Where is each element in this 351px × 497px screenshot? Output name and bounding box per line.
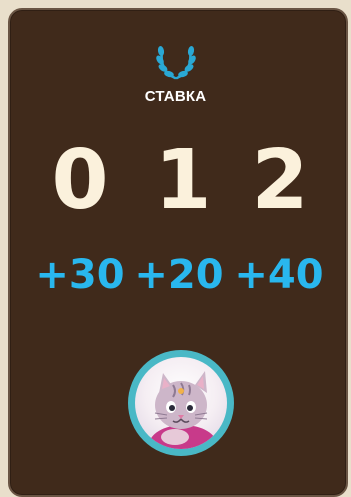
laurel-icon — [156, 46, 196, 80]
bonus-value: +30 — [35, 252, 125, 298]
score-value: 2 — [251, 133, 309, 228]
bet-label: СТАВКА — [144, 88, 207, 105]
score-value: 0 — [51, 133, 109, 228]
cat-character-icon — [135, 357, 227, 449]
bonus-value: +20 — [134, 252, 224, 298]
bonuses-row: +30 +20 +40 — [0, 250, 351, 300]
score-value: 1 — [154, 133, 212, 228]
bonus-value: +40 — [234, 252, 324, 298]
scores-row: 0 1 2 — [0, 136, 351, 226]
player-avatar[interactable] — [128, 350, 234, 456]
